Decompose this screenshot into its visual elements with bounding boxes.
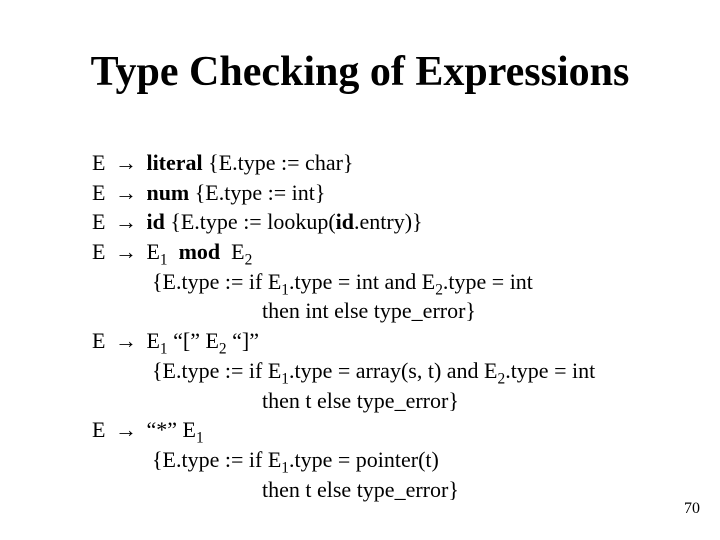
t2: .type = array(s, t) and E bbox=[289, 358, 498, 383]
star: “*” bbox=[146, 417, 182, 442]
arrow-icon: → bbox=[111, 415, 141, 445]
e1: E bbox=[146, 239, 159, 264]
t: then int else type_error} bbox=[262, 298, 476, 323]
slide-body: E → literal {E.type := char} E → num {E.… bbox=[92, 148, 652, 504]
action-b: .entry)} bbox=[354, 209, 423, 234]
lhs: E bbox=[92, 328, 105, 353]
arrow-icon: → bbox=[111, 237, 141, 267]
sub1: 1 bbox=[281, 459, 289, 476]
sub1: 1 bbox=[160, 341, 168, 358]
e1: E bbox=[182, 417, 195, 442]
sub1: 1 bbox=[281, 370, 289, 387]
rule-array-line3: then t else type_error} bbox=[92, 386, 652, 416]
kw-id: id bbox=[146, 209, 164, 234]
t1: {E.type := if E bbox=[152, 269, 281, 294]
kw-id-2: id bbox=[336, 209, 354, 234]
rule-id: E → id {E.type := lookup(id.entry)} bbox=[92, 207, 652, 237]
rule-literal: E → literal {E.type := char} bbox=[92, 148, 652, 178]
slide: Type Checking of Expressions E → literal… bbox=[0, 0, 720, 540]
rule-deref-line3: then t else type_error} bbox=[92, 475, 652, 505]
action: {E.type := char} bbox=[203, 150, 354, 175]
rule-mod-line3: then int else type_error} bbox=[92, 296, 652, 326]
lhs: E bbox=[92, 180, 105, 205]
t2: .type = pointer(t) bbox=[289, 447, 439, 472]
rule-mod-head: E → E1 mod E2 bbox=[92, 237, 652, 267]
arrow-icon: → bbox=[111, 207, 141, 237]
kw-mod: mod bbox=[179, 239, 221, 264]
e2: E bbox=[205, 328, 218, 353]
rbracket: “]” bbox=[227, 328, 259, 353]
lhs: E bbox=[92, 209, 105, 234]
lbracket: “[” bbox=[168, 328, 206, 353]
sub2: 2 bbox=[245, 251, 253, 268]
t: then t else type_error} bbox=[262, 477, 459, 502]
rule-deref-line2: {E.type := if E1.type = pointer(t) bbox=[92, 445, 652, 475]
slide-title: Type Checking of Expressions bbox=[0, 48, 720, 96]
arrow-icon: → bbox=[111, 178, 141, 208]
lhs: E bbox=[92, 150, 105, 175]
sub2: 2 bbox=[219, 341, 227, 358]
kw-num: num bbox=[146, 180, 189, 205]
action-a: {E.type := lookup( bbox=[165, 209, 336, 234]
lhs: E bbox=[92, 239, 105, 264]
lhs: E bbox=[92, 417, 105, 442]
t: then t else type_error} bbox=[262, 388, 459, 413]
t1: {E.type := if E bbox=[152, 358, 281, 383]
action: {E.type := int} bbox=[189, 180, 325, 205]
t2: .type = int and E bbox=[289, 269, 435, 294]
rule-num: E → num {E.type := int} bbox=[92, 178, 652, 208]
page-number: 70 bbox=[684, 500, 700, 518]
arrow-icon: → bbox=[111, 148, 141, 178]
t1: {E.type := if E bbox=[152, 447, 281, 472]
e1: E bbox=[146, 328, 159, 353]
sub1: 1 bbox=[160, 251, 168, 268]
t3: .type = int bbox=[505, 358, 595, 383]
e2: E bbox=[231, 239, 244, 264]
rule-deref-head: E → “*” E1 bbox=[92, 415, 652, 445]
kw-literal: literal bbox=[146, 150, 202, 175]
rule-array-line2: {E.type := if E1.type = array(s, t) and … bbox=[92, 356, 652, 386]
t3: .type = int bbox=[443, 269, 533, 294]
rule-array-head: E → E1 “[” E2 “]” bbox=[92, 326, 652, 356]
rule-mod-line2: {E.type := if E1.type = int and E2.type … bbox=[92, 267, 652, 297]
arrow-icon: → bbox=[111, 326, 141, 356]
